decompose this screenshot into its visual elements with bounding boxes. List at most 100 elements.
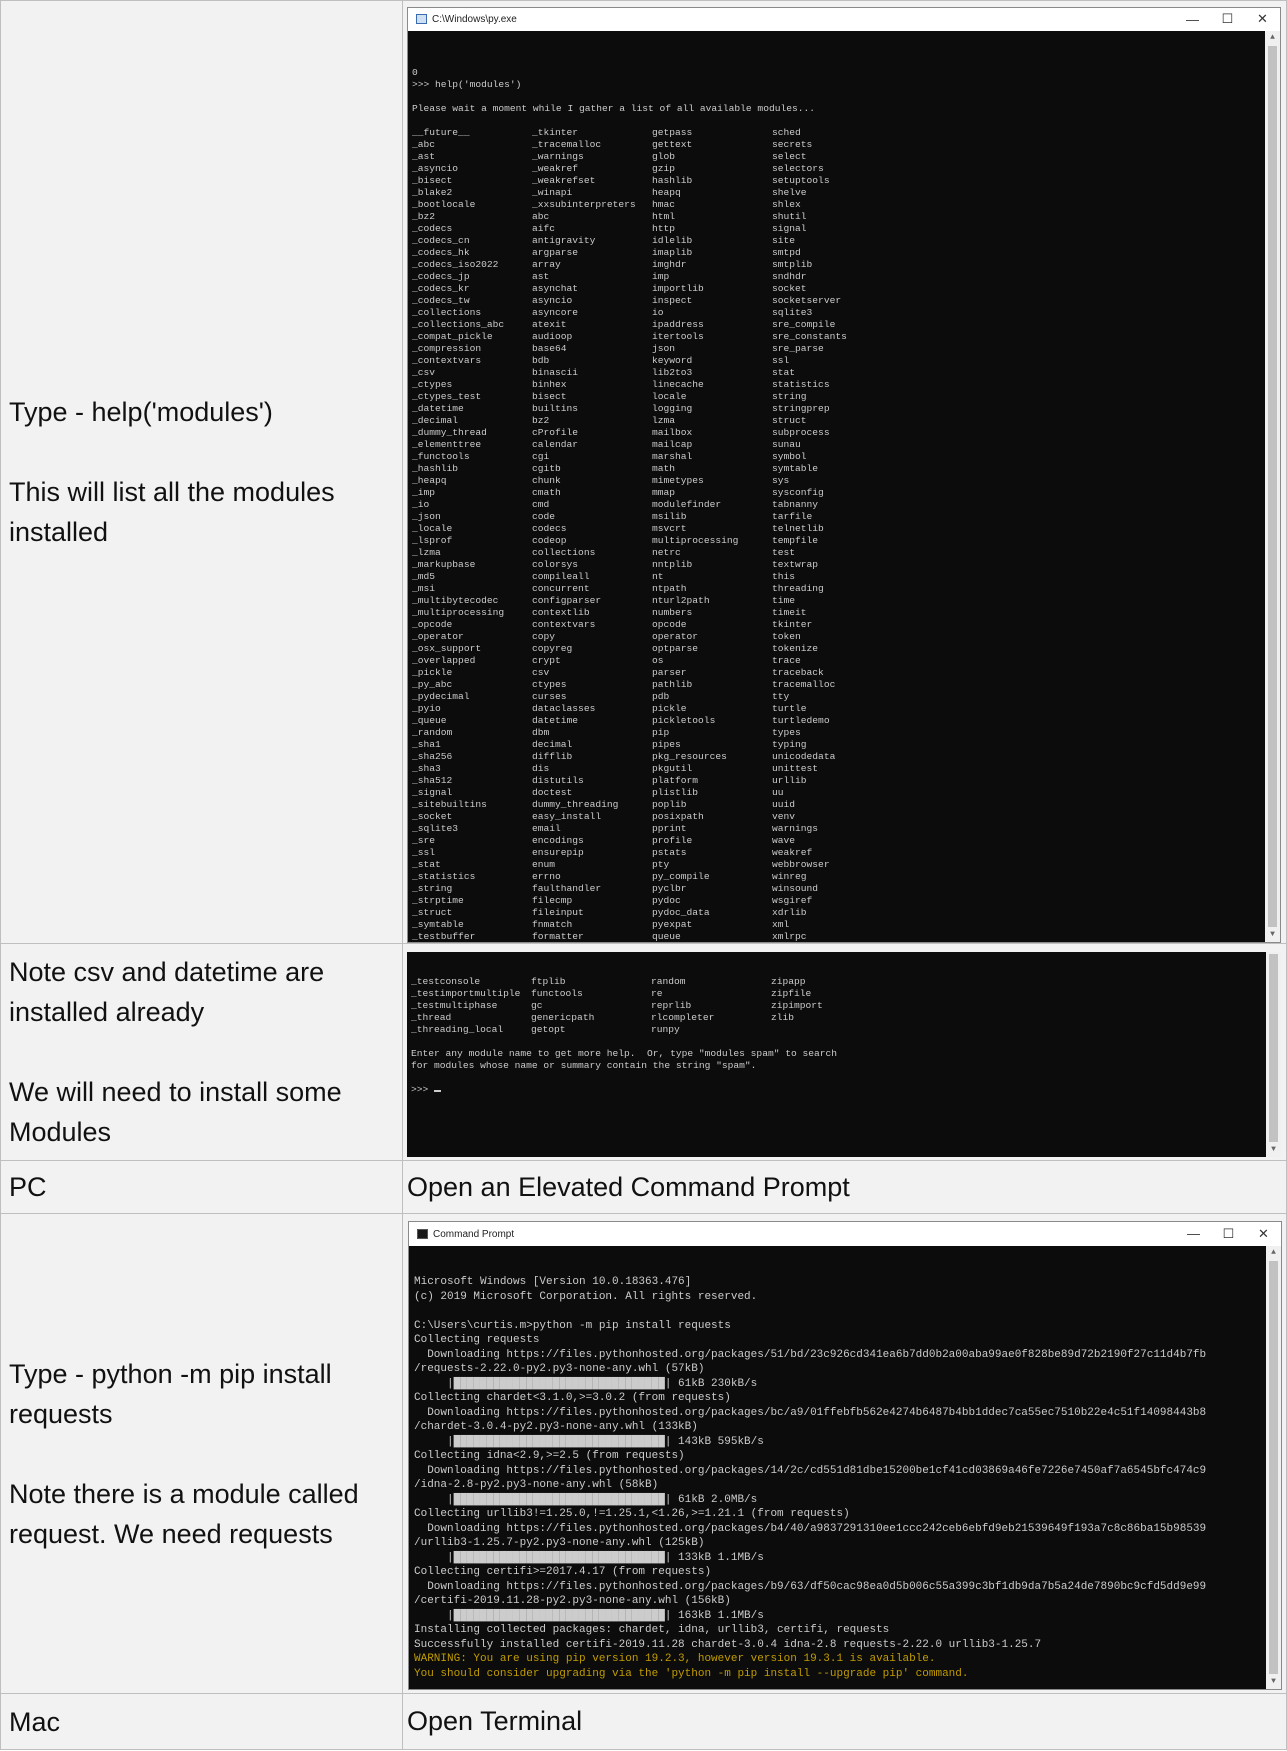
module-name: itertools: [652, 330, 704, 342]
module-name: msilib: [652, 510, 687, 522]
module-name: pstats: [652, 846, 687, 858]
module-name: tarfile: [772, 510, 813, 522]
module-name: statistics: [772, 378, 830, 390]
module-name: uu: [772, 786, 784, 798]
module-name: _warnings: [532, 150, 584, 162]
module-name: _codecs_cn: [412, 234, 470, 246]
console-line: Microsoft Windows [Version 10.0.18363.47…: [414, 1276, 692, 1288]
console-line: Successfully installed certifi-2019.11.2…: [414, 1638, 1042, 1651]
table-row: Type - python -m pip install requests No…: [0, 1213, 1287, 1694]
py-console[interactable]: 0 >>> help('modules') Please wait a momen…: [408, 30, 1280, 942]
console-line: for modules whose name or summary contai…: [411, 1059, 757, 1071]
screenshot-cell: Command Prompt — ☐ ✕ Microsoft Windows […: [402, 1213, 1287, 1694]
module-name: zipimport: [771, 999, 823, 1011]
module-name: idlelib: [652, 234, 693, 246]
module-name: gettext: [652, 138, 693, 150]
module-name: linecache: [652, 378, 704, 390]
module-name: dummy_threading: [532, 798, 619, 810]
module-name: wsgiref: [772, 894, 813, 906]
module-name: tokenize: [772, 642, 819, 654]
module-name: difflib: [532, 750, 573, 762]
module-name: netrc: [652, 546, 681, 558]
window-title: Command Prompt: [433, 1228, 515, 1240]
module-name: turtle: [772, 702, 807, 714]
module-name: http: [652, 222, 676, 234]
module-name: _csv: [412, 366, 436, 378]
close-icon[interactable]: ✕: [1245, 8, 1280, 31]
module-name: cmd: [532, 498, 550, 510]
text-cursor: [434, 1089, 442, 1092]
scroll-up-icon[interactable]: ▲: [1265, 31, 1280, 45]
module-name: stat: [772, 366, 796, 378]
module-name: pty: [652, 858, 670, 870]
module-name: wave: [772, 834, 796, 846]
module-name: winreg: [772, 870, 807, 882]
instruction-table: Type - help('modules') This will list al…: [0, 0, 1287, 1750]
py-console-continued[interactable]: _testconsole _testimportmultiple _testmult…: [407, 951, 1281, 1157]
module-name: atexit: [532, 318, 567, 330]
module-name: traceback: [772, 666, 824, 678]
module-name: antigravity: [532, 234, 596, 246]
module-name: sre_constants: [772, 330, 847, 342]
note-text: Note csv and datetime are installed alre…: [9, 957, 325, 1027]
scroll-down-icon[interactable]: ▼: [1265, 928, 1280, 942]
table-row: Mac Open Terminal: [0, 1693, 1287, 1750]
module-name: fnmatch: [532, 918, 573, 930]
scroll-down-icon[interactable]: ▼: [1266, 1675, 1281, 1689]
vertical-scrollbar[interactable]: ▼: [1266, 951, 1281, 1157]
minimize-icon[interactable]: —: [1176, 1222, 1211, 1245]
module-name: socket: [772, 282, 807, 294]
module-column: sched secrets select selectors setuptools she…: [772, 127, 892, 942]
module-name: logging: [652, 402, 693, 414]
module-name: _bisect: [412, 174, 453, 186]
console-line: Downloading https://files.pythonhosted.o…: [414, 1580, 1207, 1593]
module-name: encodings: [532, 834, 584, 846]
maximize-icon[interactable]: ☐: [1211, 1222, 1246, 1245]
module-name: _strptime: [412, 894, 464, 906]
module-name: abc: [532, 210, 550, 222]
scroll-down-icon[interactable]: ▼: [1266, 1143, 1281, 1157]
close-icon[interactable]: ✕: [1246, 1222, 1281, 1245]
vertical-scrollbar[interactable]: ▲ ▼: [1266, 1246, 1281, 1689]
module-name: _tracemalloc: [532, 138, 602, 150]
module-name: cProfile: [532, 426, 579, 438]
maximize-icon[interactable]: ☐: [1210, 8, 1245, 31]
scroll-thumb[interactable]: [1269, 1261, 1278, 1674]
platform-label-cell: PC: [0, 1160, 403, 1214]
scroll-up-icon[interactable]: ▲: [1266, 1246, 1281, 1260]
module-name: __future__: [412, 126, 470, 138]
console-line: |████████████████████████████████| 143kB…: [414, 1435, 764, 1448]
module-name: bz2: [532, 414, 550, 426]
console-line: Installing collected packages: chardet, …: [414, 1624, 890, 1636]
module-name: posixpath: [652, 810, 704, 822]
module-name: dataclasses: [532, 702, 596, 714]
module-name: site: [772, 234, 796, 246]
module-name: _pickle: [412, 666, 453, 678]
minimize-icon[interactable]: —: [1175, 8, 1210, 31]
cmd-console[interactable]: Microsoft Windows [Version 10.0.18363.47…: [409, 1246, 1281, 1689]
module-name: base64: [532, 342, 567, 354]
module-name: json: [652, 342, 676, 354]
cmd-titlebar: Command Prompt — ☐ ✕: [409, 1222, 1281, 1246]
scroll-thumb[interactable]: [1268, 45, 1277, 927]
module-name: nturl2path: [652, 594, 710, 606]
module-name: _testmultiphase: [411, 999, 498, 1011]
module-name: _winapi: [532, 186, 573, 198]
module-name: _md5: [412, 570, 436, 582]
module-name: _ast: [412, 150, 436, 162]
module-name: pipes: [652, 738, 681, 750]
module-name: gc: [531, 999, 543, 1011]
module-name: easy_install: [532, 810, 602, 822]
module-name: turtledemo: [772, 714, 830, 726]
scroll-thumb[interactable]: [1269, 953, 1278, 1142]
console-line: Please wait a moment while I gather a li…: [412, 102, 816, 114]
module-name: _sha256: [412, 750, 453, 762]
module-name: _lsprof: [412, 534, 453, 546]
vertical-scrollbar[interactable]: ▲ ▼: [1265, 30, 1280, 942]
action-cell: Open an Elevated Command Prompt: [402, 1160, 1287, 1214]
module-column: ftplib functools gc genericpath getopt: [531, 976, 651, 1036]
module-name: _bootlocale: [412, 198, 476, 210]
module-name: re: [651, 987, 663, 999]
module-name: _ctypes: [412, 378, 453, 390]
module-column: getpass gettext glob gzip hashlib heapq hmac ht…: [652, 127, 772, 942]
